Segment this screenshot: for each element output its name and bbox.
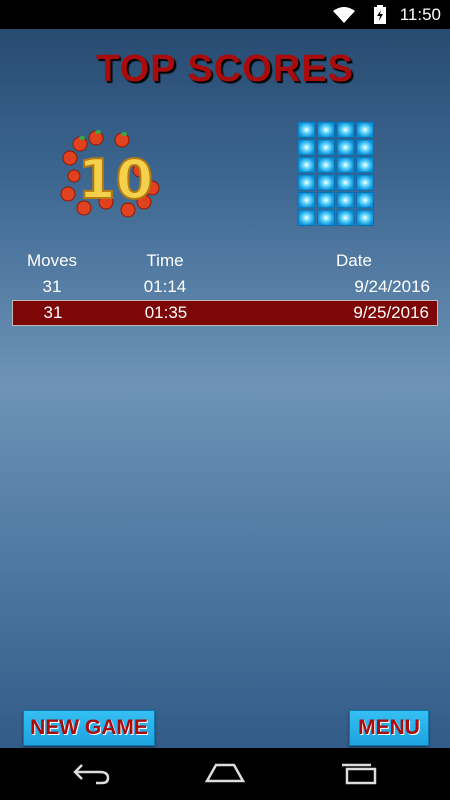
tile-grid-icon — [297, 121, 375, 227]
grid-tile — [336, 209, 355, 226]
grid-tile — [356, 121, 374, 138]
grid-tile — [317, 191, 335, 209]
battery-charging-icon — [374, 5, 386, 29]
grid-tile — [336, 121, 355, 138]
svg-text:10: 10 — [78, 148, 153, 211]
grid-tile — [317, 139, 335, 156]
apples-ten-icon: 10 — [58, 128, 166, 220]
moves-cell: 31 — [42, 277, 62, 296]
table-row[interactable]: 31 01:14 9/24/2016 — [12, 274, 438, 300]
grid-tile — [356, 156, 374, 174]
grid-tile — [356, 174, 374, 191]
clock: 11:50 — [399, 5, 441, 24]
wifi-icon — [333, 6, 355, 28]
grid-tile — [317, 156, 335, 174]
header-time: Time — [146, 251, 184, 270]
home-icon[interactable] — [204, 761, 246, 785]
grid-tile — [317, 209, 335, 226]
grid-tile — [336, 174, 355, 191]
grid-tile — [356, 191, 374, 209]
grid-tile — [356, 209, 374, 226]
navigation-bar — [0, 748, 450, 800]
grid-tile — [297, 121, 316, 138]
grid-tile — [297, 139, 316, 156]
grid-tile — [297, 156, 316, 174]
table-row-selected[interactable]: 31 01:35 9/25/2016 — [12, 300, 438, 326]
back-icon[interactable] — [72, 761, 112, 785]
grid-tile — [317, 174, 335, 191]
date-cell: 9/24/2016 — [354, 277, 430, 296]
moves-cell: 31 — [43, 303, 63, 322]
new-game-button[interactable]: NEW GAME — [23, 710, 155, 746]
time-cell: 01:35 — [144, 303, 188, 322]
status-bar: 11:50 — [0, 0, 450, 29]
header-moves: Moves — [26, 251, 78, 270]
recents-icon[interactable] — [339, 761, 379, 785]
date-cell: 9/25/2016 — [353, 303, 429, 322]
page-title: TOP SCORES — [96, 48, 354, 90]
time-cell: 01:14 — [143, 277, 187, 296]
table-header: Moves Time Date — [12, 248, 438, 274]
grid-tile — [336, 139, 355, 156]
grid-tile — [297, 191, 316, 209]
scores-table: Moves Time Date 31 01:14 9/24/2016 31 01… — [12, 248, 438, 326]
grid-tile — [297, 209, 316, 226]
grid-tile — [336, 156, 355, 174]
menu-button[interactable]: MENU — [349, 710, 429, 746]
grid-tile — [336, 191, 355, 209]
header-date: Date — [336, 251, 372, 270]
grid-tile — [297, 174, 316, 191]
grid-tile — [356, 139, 374, 156]
grid-tile — [317, 121, 335, 138]
